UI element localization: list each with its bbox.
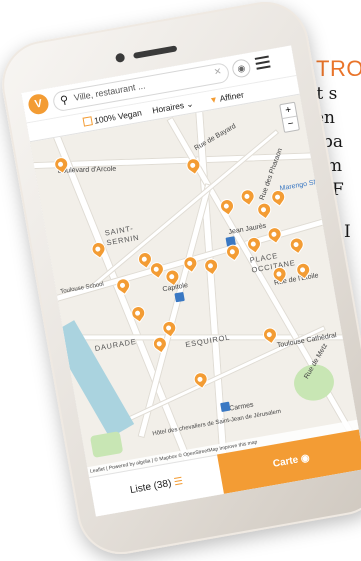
- menu-icon[interactable]: [254, 55, 271, 72]
- app-logo-icon[interactable]: V: [26, 92, 51, 116]
- promo-line: I: [344, 222, 351, 242]
- zoom-control: + −: [279, 101, 300, 133]
- restaurant-pin[interactable]: [287, 234, 307, 255]
- restaurant-pin[interactable]: [254, 199, 274, 220]
- metro-icon: [174, 291, 185, 303]
- map-label: Carmes: [228, 401, 255, 413]
- affiner-filter[interactable]: ▼Affiner: [209, 89, 245, 105]
- search-icon: ⚲: [59, 94, 70, 108]
- horaires-filter-label: Horaires: [151, 100, 185, 116]
- pin-icon: ◉: [300, 452, 311, 465]
- metro-icon: [220, 401, 231, 413]
- restaurant-pin[interactable]: [237, 186, 258, 207]
- promo-title: TRO: [316, 56, 361, 81]
- phone-mockup: V ⚲ Ville, restaurant ... ✕ ◉ 100% Vegan…: [0, 0, 361, 561]
- location-icon[interactable]: ◉: [230, 57, 252, 79]
- map-tab-label: Carte: [272, 454, 300, 470]
- clear-icon[interactable]: ✕: [213, 66, 222, 78]
- chevron-down-icon: ⌄: [185, 98, 195, 110]
- map-view[interactable]: Boulevard d'Arcole SAINT- SERNIN Rue de …: [29, 94, 359, 478]
- checkbox-icon[interactable]: [82, 116, 93, 127]
- funnel-icon: ▼: [208, 94, 219, 106]
- zoom-out-button[interactable]: −: [282, 115, 299, 132]
- search-placeholder: Ville, restaurant ...: [73, 80, 147, 103]
- list-icon: ☰: [173, 475, 184, 489]
- list-tab-label: Liste (38): [129, 477, 173, 497]
- park: [89, 431, 124, 458]
- affiner-filter-label: Affiner: [218, 89, 245, 104]
